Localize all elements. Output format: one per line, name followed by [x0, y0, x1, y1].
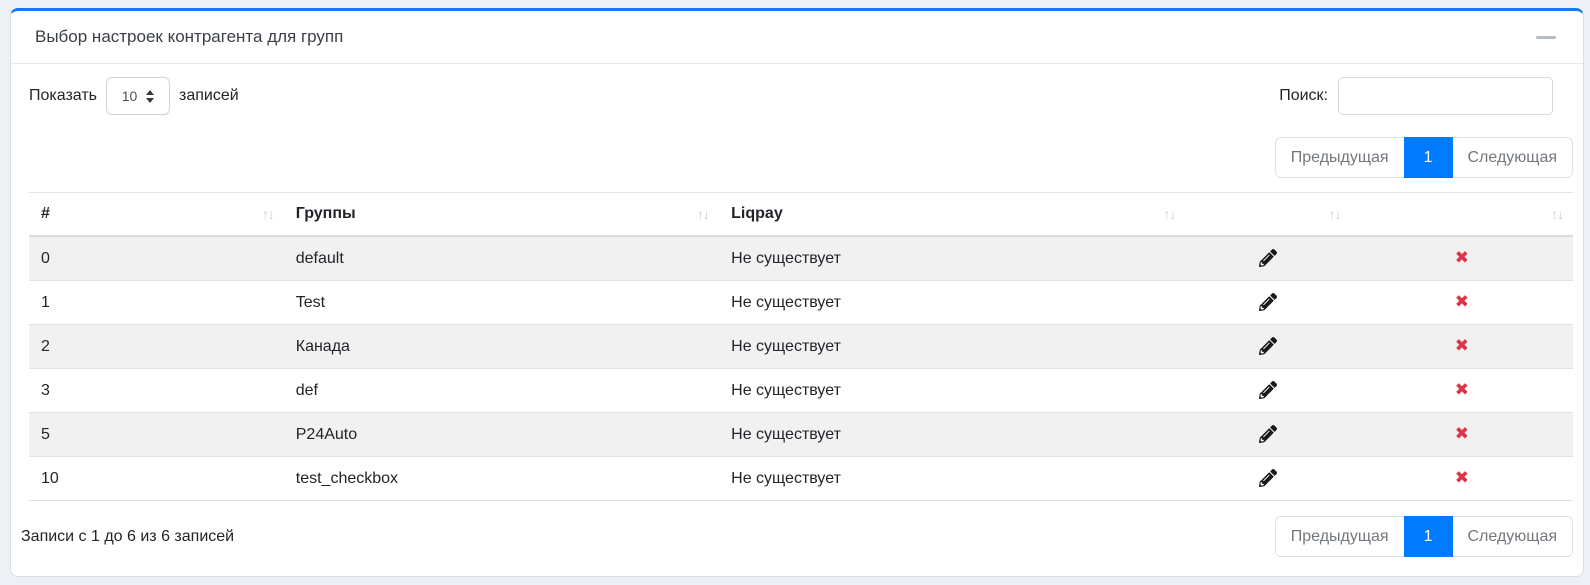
cell-id: 5 [29, 413, 284, 457]
table-header-row: # ↑↓ Группы ↑↓ Liqpay ↑↓ ↑↓ [29, 193, 1573, 237]
table-row: 1 Test Не существует ✖ [29, 281, 1573, 325]
cell-group: test_checkbox [284, 457, 719, 501]
column-header-edit[interactable]: ↑↓ [1185, 193, 1350, 237]
sort-icon: ↑↓ [1329, 206, 1341, 222]
card-body: Показать 10 записей Поиск: Предыдущая 1 … [11, 64, 1583, 557]
column-header-liqpay[interactable]: Liqpay ↑↓ [719, 193, 1185, 237]
search-label: Поиск: [1279, 87, 1328, 105]
card-header: Выбор настроек контрагента для групп [11, 11, 1583, 64]
cell-group: Test [284, 281, 719, 325]
edit-pencil-icon[interactable] [1259, 249, 1277, 267]
column-header-delete[interactable]: ↑↓ [1351, 193, 1573, 237]
cell-id: 2 [29, 325, 284, 369]
cell-id: 0 [29, 236, 284, 281]
pagination-top: Предыдущая 1 Следующая [1275, 137, 1573, 178]
page-number-button[interactable]: 1 [1404, 137, 1453, 178]
edit-pencil-icon[interactable] [1259, 469, 1277, 487]
cell-id: 3 [29, 369, 284, 413]
top-pagination-row: Предыдущая 1 Следующая [29, 137, 1573, 178]
table-row: 0 default Не существует ✖ [29, 236, 1573, 281]
delete-x-icon[interactable]: ✖ [1455, 337, 1469, 354]
page-length-select[interactable]: 10 [106, 77, 170, 115]
edit-pencil-icon[interactable] [1259, 293, 1277, 311]
records-info: Записи с 1 до 6 из 6 записей [21, 528, 234, 546]
cell-liqpay: Не существует [719, 413, 1185, 457]
column-header-id[interactable]: # ↑↓ [29, 193, 284, 237]
search-input[interactable] [1338, 77, 1553, 115]
search-control: Поиск: [1279, 77, 1553, 115]
cell-group: def [284, 369, 719, 413]
table-controls: Показать 10 записей Поиск: [29, 77, 1573, 115]
delete-x-icon[interactable]: ✖ [1455, 381, 1469, 398]
delete-x-icon[interactable]: ✖ [1455, 293, 1469, 310]
sort-icon: ↑↓ [1551, 206, 1563, 222]
edit-pencil-icon[interactable] [1259, 337, 1277, 355]
groups-table: # ↑↓ Группы ↑↓ Liqpay ↑↓ ↑↓ [29, 192, 1573, 501]
delete-x-icon[interactable]: ✖ [1455, 469, 1469, 486]
previous-page-button[interactable]: Предыдущая [1275, 137, 1405, 178]
next-page-button[interactable]: Следующая [1452, 137, 1574, 178]
settings-card: Выбор настроек контрагента для групп Пок… [10, 8, 1584, 577]
next-page-button[interactable]: Следующая [1452, 516, 1574, 557]
table-footer: Записи с 1 до 6 из 6 записей Предыдущая … [21, 516, 1573, 557]
edit-pencil-icon[interactable] [1259, 425, 1277, 443]
page-number-button[interactable]: 1 [1404, 516, 1453, 557]
cell-id: 10 [29, 457, 284, 501]
minus-icon [1536, 36, 1556, 39]
previous-page-button[interactable]: Предыдущая [1275, 516, 1405, 557]
pagination-bottom: Предыдущая 1 Следующая [1275, 516, 1573, 557]
sort-icon: ↑↓ [1163, 206, 1175, 222]
cell-liqpay: Не существует [719, 457, 1185, 501]
length-label-after: записей [179, 87, 239, 105]
cell-liqpay: Не существует [719, 369, 1185, 413]
column-header-groups[interactable]: Группы ↑↓ [284, 193, 719, 237]
cell-id: 1 [29, 281, 284, 325]
cell-group: default [284, 236, 719, 281]
table-row: 10 test_checkbox Не существует ✖ [29, 457, 1573, 501]
cell-group: P24Auto [284, 413, 719, 457]
page-length-control: Показать 10 записей [29, 77, 239, 115]
collapse-button[interactable] [1533, 24, 1559, 50]
select-caret-icon [146, 90, 154, 103]
table-row: 5 P24Auto Не существует ✖ [29, 413, 1573, 457]
page-length-value: 10 [122, 88, 138, 104]
cell-group: Канада [284, 325, 719, 369]
delete-x-icon[interactable]: ✖ [1455, 425, 1469, 442]
delete-x-icon[interactable]: ✖ [1455, 249, 1469, 266]
table-row: 2 Канада Не существует ✖ [29, 325, 1573, 369]
cell-liqpay: Не существует [719, 281, 1185, 325]
sort-icon: ↑↓ [697, 206, 709, 222]
edit-pencil-icon[interactable] [1259, 381, 1277, 399]
table-row: 3 def Не существует ✖ [29, 369, 1573, 413]
page-title: Выбор настроек контрагента для групп [35, 27, 343, 47]
length-label-before: Показать [29, 87, 97, 105]
cell-liqpay: Не существует [719, 325, 1185, 369]
cell-liqpay: Не существует [719, 236, 1185, 281]
sort-icon: ↑↓ [262, 206, 274, 222]
